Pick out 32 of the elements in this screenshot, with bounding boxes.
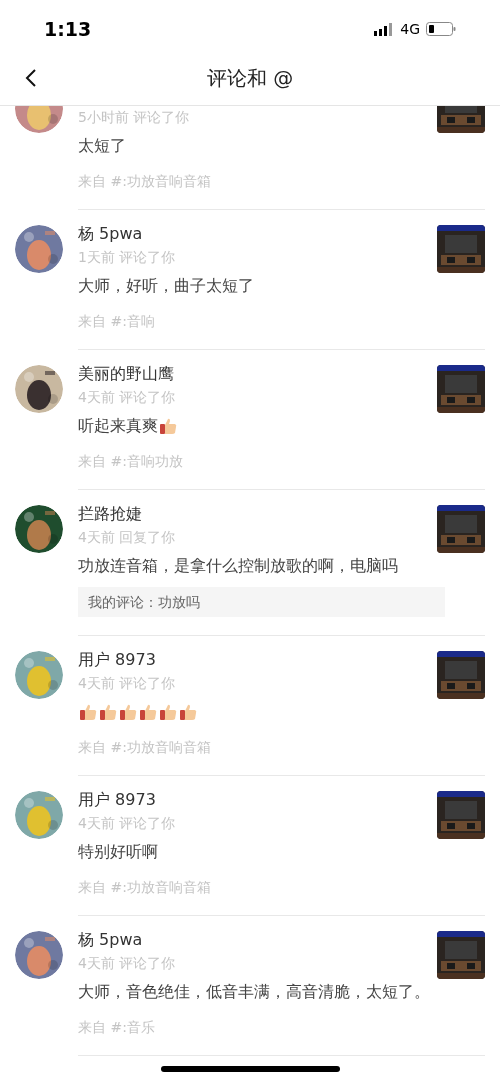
thumbs-up-icon (98, 702, 118, 722)
comment-meta: 4天前 评论了你 (78, 954, 176, 973)
status-time: 1:13 (44, 16, 92, 42)
thumbs-up-icon (158, 416, 178, 436)
comment-meta: 4天前 评论了你 (78, 674, 176, 693)
back-icon (25, 68, 37, 88)
comment-meta: 5小时前 评论了你 (78, 108, 190, 127)
thumbs-up-icon (158, 702, 178, 722)
page-title: 评论和 @ (206, 64, 294, 92)
user-name[interactable]: 用户 8973 (78, 648, 156, 672)
comment-meta: 1天前 评论了你 (78, 248, 176, 267)
comment-text: 太短了 (78, 135, 126, 157)
comment-text: 特别好听啊 (78, 841, 158, 863)
signal-icon (374, 22, 395, 36)
user-name[interactable]: 用户 8973 (78, 788, 156, 812)
battery-icon (426, 22, 456, 36)
comment-text: 大师，音色绝佳，低音丰满，高音清脆，太短了。 (78, 981, 430, 1003)
thumbs-up-icon (118, 702, 138, 722)
thumbs-up-icon (138, 702, 158, 722)
comment-text: 听起来真爽 (78, 415, 158, 437)
user-name[interactable]: 美丽的野山鹰 (78, 362, 174, 386)
my-comment-quote: 我的评论：功放吗 (78, 587, 445, 617)
user-name[interactable]: 拦路抢婕 (78, 502, 142, 526)
comment-meta: 4天前 评论了你 (78, 814, 176, 833)
thumbs-up-icon (78, 702, 98, 722)
comment-text: 大师，好听，曲子太短了 (78, 275, 254, 297)
thumbs-up-icon (178, 702, 198, 722)
comment-meta: 4天前 评论了你 (78, 388, 176, 407)
user-name[interactable]: 杨 5pwa (78, 928, 143, 952)
comment-text: 功放连音箱，是拿什么控制放歌的啊，电脑吗 (78, 555, 398, 577)
network-label: 4G (400, 19, 420, 39)
user-name[interactable]: 杨 5pwa (78, 222, 143, 246)
